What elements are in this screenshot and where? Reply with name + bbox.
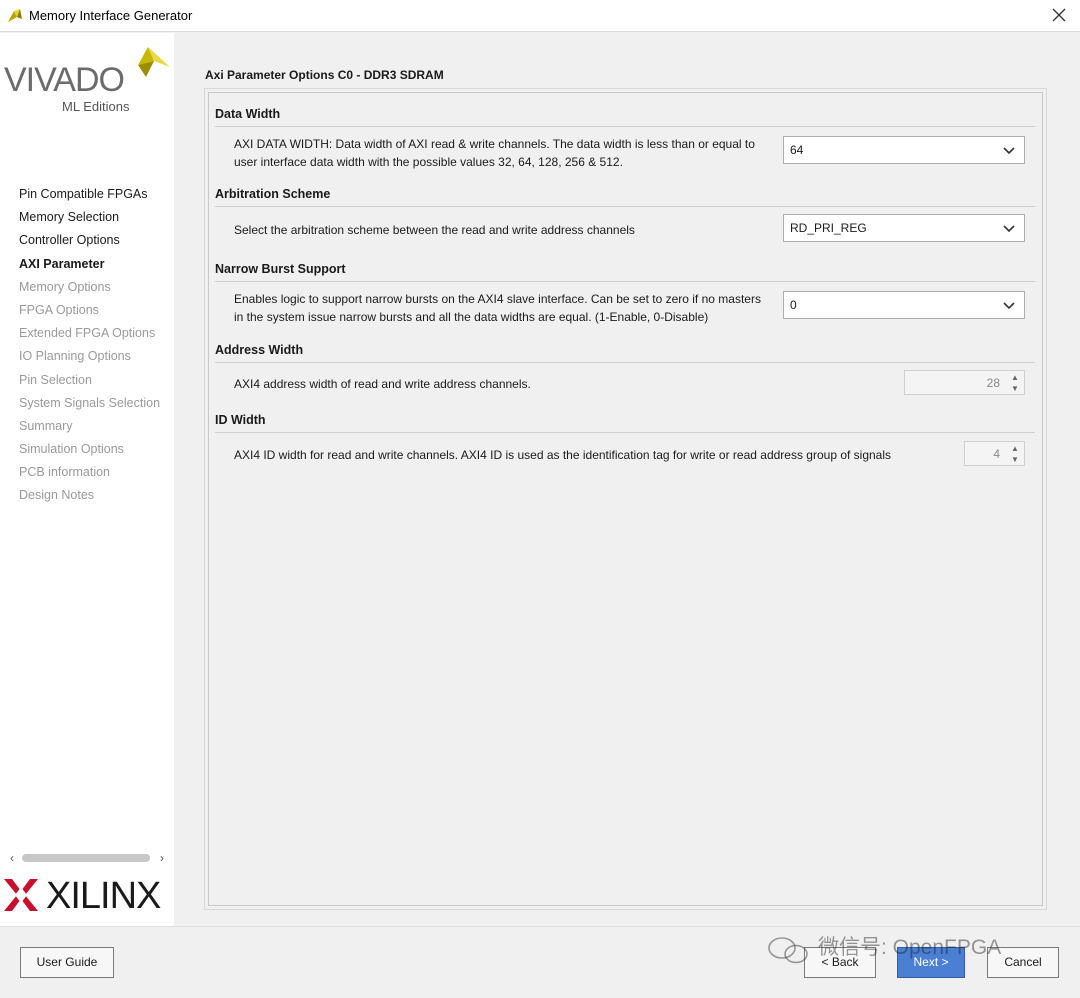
description-line: AXI DATA WIDTH: Data width of AXI read &… [234, 137, 755, 151]
xilinx-logo: XILINX [4, 875, 172, 917]
xilinx-mark-icon [4, 879, 38, 911]
title-bar: Memory Interface Generator [0, 0, 1080, 32]
chevron-down-icon [1003, 302, 1015, 310]
options-inner-frame: Data Width AXI DATA WIDTH: Data width of… [208, 92, 1043, 906]
divider [215, 432, 1035, 433]
xilinx-logo-text: XILINX [46, 875, 161, 917]
sidebar-item-memory-options: Memory Options [19, 279, 111, 294]
spinner-value: 28 [986, 376, 1000, 390]
sidebar-item-memory-selection[interactable]: Memory Selection [19, 208, 160, 231]
section-data-width: Data Width [215, 107, 1035, 127]
description-line: in the system issue narrow bursts and al… [234, 310, 709, 324]
sidebar-item-system-signals-selection: System Signals Selection [19, 395, 161, 410]
options-frame: Data Width AXI DATA WIDTH: Data width of… [204, 88, 1047, 910]
spin-down-icon: ▼ [1011, 384, 1019, 393]
sidebar-item-io-planning-options: IO Planning Options [19, 349, 131, 364]
section-id-width: ID Width [215, 413, 1035, 433]
sidebar-item-axi-parameter[interactable]: AXI Parameter [19, 255, 160, 278]
vivado-logo-text: VIVADO [4, 61, 125, 99]
section-title: Data Width [215, 107, 281, 121]
id-width-description: AXI4 ID width for read and write channel… [234, 448, 892, 462]
sidebar-item-fpga-options: FPGA Options [19, 302, 99, 317]
section-address-width: Address Width [215, 343, 1035, 363]
page-title: Axi Parameter Options C0 - DDR3 SDRAM [205, 68, 444, 82]
selected-value: RD_PRI_REG [790, 221, 867, 235]
spin-up-icon: ▲ [1011, 444, 1019, 453]
scroll-left-icon[interactable]: ‹ [6, 851, 18, 865]
data-width-select[interactable]: 64 [783, 136, 1025, 164]
data-width-description: AXI DATA WIDTH: Data width of AXI read &… [234, 135, 774, 171]
wizard-steps: Pin Compatible FPGAs Memory Selection Co… [19, 185, 160, 510]
chevron-down-icon [1003, 147, 1015, 155]
vivado-app-icon [8, 9, 22, 22]
description-line: Enables logic to support narrow bursts o… [234, 292, 761, 306]
spinner-value: 4 [993, 447, 1000, 461]
vivado-edition-text: ML Editions [62, 99, 130, 114]
id-width-spinner: 4 ▲ ▼ [964, 441, 1025, 466]
window-title: Memory Interface Generator [29, 8, 193, 23]
chevron-down-icon [1003, 225, 1015, 233]
vivado-leaf-icon [138, 47, 170, 77]
selected-value: 64 [790, 143, 804, 157]
sidebar-item-pin-compatible-fpgas[interactable]: Pin Compatible FPGAs [19, 185, 160, 208]
sidebar-horizontal-scrollbar[interactable]: ‹ › [6, 851, 168, 865]
narrow-burst-select[interactable]: 0 [783, 291, 1025, 319]
section-arbitration-scheme: Arbitration Scheme [215, 187, 1035, 207]
section-narrow-burst-support: Narrow Burst Support [215, 262, 1035, 282]
scrollbar-thumb[interactable] [22, 854, 150, 862]
sidebar-item-controller-options[interactable]: Controller Options [19, 231, 160, 254]
main-panel: Axi Parameter Options C0 - DDR3 SDRAM Da… [174, 33, 1080, 926]
selected-value: 0 [790, 298, 797, 312]
divider [215, 206, 1035, 207]
narrow-burst-description: Enables logic to support narrow bursts o… [234, 290, 774, 326]
scroll-right-icon[interactable]: › [156, 851, 168, 865]
wechat-watermark-icon [768, 937, 808, 964]
section-title: ID Width [215, 413, 266, 427]
close-icon[interactable] [1049, 5, 1069, 25]
wizard-sidebar: VIVADO ML Editions Pin Compatible FPGAs … [0, 33, 174, 926]
section-title: Narrow Burst Support [215, 262, 346, 276]
user-guide-button[interactable]: User Guide [20, 947, 114, 978]
address-width-spinner: 28 ▲ ▼ [904, 370, 1025, 395]
section-title: Arbitration Scheme [215, 187, 331, 201]
spin-down-icon: ▼ [1011, 455, 1019, 464]
section-title: Address Width [215, 343, 304, 357]
sidebar-item-pcb-information: PCB information [19, 465, 111, 480]
divider [215, 281, 1035, 282]
sidebar-item-extended-fpga-options: Extended FPGA Options [19, 326, 156, 341]
sidebar-item-pin-selection: Pin Selection [19, 372, 92, 387]
arbitration-scheme-select[interactable]: RD_PRI_REG [783, 214, 1025, 242]
sidebar-item-simulation-options: Simulation Options [19, 442, 124, 457]
vivado-logo: VIVADO ML Editions [4, 41, 172, 114]
watermark-text: 微信号: OpenFPGA [818, 936, 1002, 959]
spin-up-icon: ▲ [1011, 373, 1019, 382]
arbitration-description: Select the arbitration scheme between th… [234, 223, 635, 237]
sidebar-item-summary: Summary [19, 418, 73, 433]
description-line: user interface data width with the possi… [234, 155, 623, 169]
divider [215, 126, 1035, 127]
address-width-description: AXI4 address width of read and write add… [234, 377, 531, 391]
divider [215, 362, 1035, 363]
sidebar-item-design-notes: Design Notes [19, 488, 95, 503]
